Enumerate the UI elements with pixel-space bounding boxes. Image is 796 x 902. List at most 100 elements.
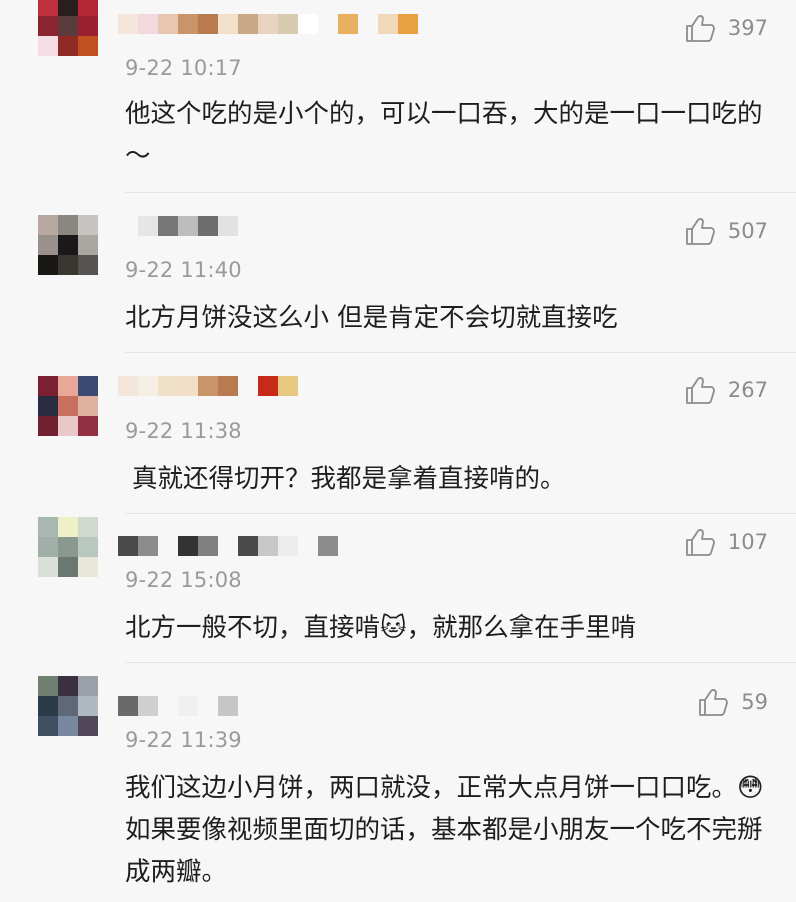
name-mosaic-cell [178, 696, 198, 716]
name-mosaic-cell [218, 14, 238, 34]
divider [125, 513, 796, 514]
avatar-mosaic-cell [58, 517, 78, 537]
avatar-mosaic-cell [38, 215, 58, 235]
name-mosaic-cell [118, 376, 138, 396]
name-mosaic-cell [118, 536, 138, 556]
avatar-mosaic-cell [78, 376, 98, 396]
name-mosaic-cell [218, 216, 238, 236]
name-mosaic-cell [218, 696, 238, 716]
avatar-mosaic-cell [38, 517, 58, 537]
name-mosaic-cell [238, 14, 258, 34]
avatar-mosaic-cell [38, 0, 58, 16]
comment-text: 他这个吃的是小个的，可以一口吞，大的是一口一口吃的～ [125, 99, 763, 171]
avatar[interactable] [38, 676, 98, 736]
name-mosaic-cell [398, 14, 418, 34]
timestamp: 9-22 11:38 [125, 419, 242, 443]
username-censored[interactable] [118, 216, 238, 236]
avatar-mosaic-cell [78, 36, 98, 56]
name-mosaic-cell [158, 536, 178, 556]
avatar-mosaic-cell [38, 676, 58, 696]
name-mosaic-cell [298, 536, 318, 556]
name-mosaic-cell [238, 376, 258, 396]
avatar-mosaic-cell [38, 537, 58, 557]
name-mosaic-cell [178, 376, 198, 396]
thumbs-up-icon [686, 529, 715, 556]
name-mosaic-cell [278, 376, 298, 396]
avatar-mosaic-cell [78, 537, 98, 557]
avatar[interactable] [38, 0, 98, 56]
thumbs-up-icon [686, 218, 715, 245]
avatar-mosaic-cell [38, 716, 58, 736]
name-mosaic-cell [358, 14, 378, 34]
avatar-mosaic-cell [58, 235, 78, 255]
avatar-mosaic-cell [38, 396, 58, 416]
name-mosaic-cell [318, 14, 338, 34]
thumbs-up-icon [686, 377, 715, 404]
avatar-mosaic-cell [58, 716, 78, 736]
name-mosaic-cell [258, 376, 278, 396]
like-count: 107 [727, 530, 768, 554]
name-mosaic-cell [378, 14, 398, 34]
like-count: 397 [727, 16, 768, 40]
name-mosaic-cell [258, 536, 278, 556]
divider [125, 192, 796, 193]
avatar-mosaic-cell [78, 396, 98, 416]
comment-text: 真就还得切开？我都是拿着直接啃的。 [132, 464, 566, 494]
thumbs-up-icon [699, 689, 729, 716]
name-mosaic-cell [118, 696, 138, 716]
username-censored[interactable] [118, 696, 238, 716]
avatar-mosaic-cell [38, 16, 58, 36]
name-mosaic-cell [218, 376, 238, 396]
name-mosaic-cell [198, 14, 218, 34]
like-count: 507 [727, 219, 768, 243]
name-mosaic-cell [138, 536, 158, 556]
name-mosaic-cell [298, 14, 318, 34]
avatar-mosaic-cell [78, 16, 98, 36]
name-mosaic-cell [258, 14, 278, 34]
name-mosaic-cell [198, 696, 218, 716]
timestamp: 9-22 11:39 [125, 728, 242, 752]
avatar-mosaic-cell [78, 716, 98, 736]
username-censored[interactable] [118, 536, 338, 556]
avatar-mosaic-cell [78, 0, 98, 16]
like-count: 267 [727, 378, 768, 402]
divider [125, 662, 796, 663]
name-mosaic-cell [158, 216, 178, 236]
username-censored[interactable] [118, 376, 298, 396]
name-mosaic-cell [178, 216, 198, 236]
name-mosaic-cell [138, 696, 158, 716]
name-mosaic-cell [138, 14, 158, 34]
name-mosaic-cell [178, 14, 198, 34]
like-button[interactable]: 59 [697, 686, 768, 718]
avatar-mosaic-cell [38, 235, 58, 255]
name-mosaic-cell [198, 376, 218, 396]
name-mosaic-cell [158, 14, 178, 34]
name-mosaic-cell [218, 536, 238, 556]
avatar-mosaic-cell [58, 557, 78, 577]
comment-text: 北方月饼没这么小 但是肯定不会切就直接吃 [125, 303, 618, 333]
avatar[interactable] [38, 215, 98, 275]
avatar-mosaic-cell [38, 557, 58, 577]
like-button[interactable]: 267 [684, 374, 768, 406]
avatar-mosaic-cell [78, 416, 98, 436]
comment-text: 北方一般不切，直接啃🐱，就那么拿在手里啃 [125, 613, 637, 643]
avatar-mosaic-cell [38, 376, 58, 396]
avatar[interactable] [38, 517, 98, 577]
name-mosaic-cell [158, 696, 178, 716]
name-mosaic-cell [118, 216, 138, 236]
avatar-mosaic-cell [58, 676, 78, 696]
name-mosaic-cell [338, 14, 358, 34]
avatar-mosaic-cell [78, 557, 98, 577]
avatar-mosaic-cell [38, 696, 58, 716]
like-button[interactable]: 107 [684, 526, 768, 558]
like-button[interactable]: 397 [684, 12, 768, 44]
name-mosaic-cell [198, 216, 218, 236]
avatar-mosaic-cell [78, 696, 98, 716]
username-censored[interactable] [118, 14, 418, 34]
avatar-mosaic-cell [58, 696, 78, 716]
like-button[interactable]: 507 [684, 215, 768, 247]
avatar-mosaic-cell [38, 416, 58, 436]
avatar[interactable] [38, 376, 98, 436]
thumbs-up-icon [686, 15, 715, 42]
avatar-mosaic-cell [58, 16, 78, 36]
